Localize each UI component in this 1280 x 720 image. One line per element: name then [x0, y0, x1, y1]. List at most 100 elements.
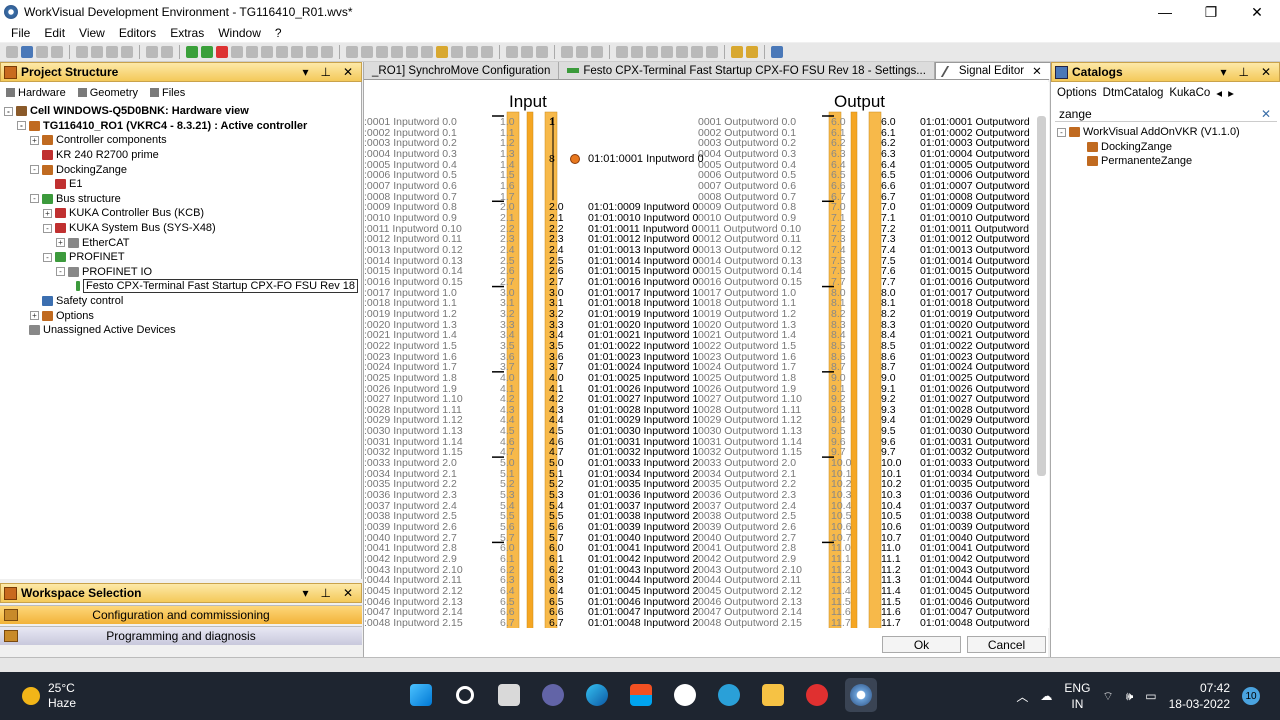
pin-icon[interactable]: ⊥ [320, 586, 330, 600]
signal-row[interactable]: :0013 Inputword 0.12 2.4 2.4 01:01:0013 Inp… [364, 245, 1034, 256]
close-panel-icon[interactable]: ✕ [343, 65, 353, 79]
store-button[interactable] [625, 678, 657, 712]
workvisual-button[interactable] [845, 678, 877, 712]
toolbar-button-icon[interactable] [771, 46, 783, 58]
tree-node[interactable]: - DockingZange [4, 162, 358, 177]
chevron-up-icon[interactable]: ︿ [1016, 688, 1028, 705]
toolbar-button-icon[interactable] [186, 46, 198, 58]
menu-view[interactable]: View [72, 26, 112, 40]
toolbar-button-icon[interactable] [561, 46, 573, 58]
close-panel-icon[interactable]: ✕ [343, 586, 353, 600]
catalog-item[interactable]: - WorkVisual AddOnVKR (V1.1.0) [1057, 125, 1240, 140]
help-app-button[interactable] [713, 678, 745, 712]
tree-node[interactable]: + EtherCAT [4, 235, 358, 250]
expand-icon[interactable]: + [43, 208, 52, 218]
weather-widget[interactable]: 25°C Haze [0, 681, 200, 711]
tree-node[interactable]: + KUKA Controller Bus (KCB) [4, 206, 358, 221]
restore-button[interactable]: ❐ [1188, 0, 1234, 24]
toolbar-button-icon[interactable] [51, 46, 63, 58]
toolbar-button-icon[interactable] [631, 46, 643, 58]
tab-synchromove[interactable]: _RO1] SynchroMove Configuration [364, 62, 560, 79]
notification-badge[interactable]: 10 [1242, 687, 1260, 705]
expand-icon[interactable]: + [30, 311, 39, 321]
start-button[interactable] [405, 678, 437, 712]
collapse-icon[interactable]: - [43, 223, 52, 233]
catalog-search-input[interactable]: zange ✕ [1055, 106, 1277, 122]
task-view-button[interactable] [493, 678, 525, 712]
menu-window[interactable]: Window [211, 26, 268, 40]
tab-kukaco[interactable]: KukaCo [1169, 87, 1210, 99]
volume-icon[interactable]: 🕪 [1126, 689, 1134, 704]
menu-help[interactable]: ? [268, 26, 289, 40]
tab-right-arrow-icon[interactable]: ▸ [1228, 86, 1234, 100]
tab-left-arrow-icon[interactable]: ◂ [1216, 86, 1222, 100]
close-panel-icon[interactable]: ✕ [1261, 65, 1271, 79]
toolbar-button-icon[interactable] [261, 46, 273, 58]
minimize-button[interactable]: — [1142, 0, 1188, 24]
pin-icon[interactable]: ⊥ [320, 65, 330, 79]
tab-geometry[interactable]: Geometry [77, 87, 138, 99]
toolbar-button-icon[interactable] [91, 46, 103, 58]
tab-hardware[interactable]: Hardware [6, 87, 66, 99]
toolbar-button-icon[interactable] [536, 46, 548, 58]
toolbar-button-icon[interactable] [576, 46, 588, 58]
toolbar-button-icon[interactable] [706, 46, 718, 58]
toolbar-button-icon[interactable] [421, 46, 433, 58]
collapse-icon[interactable]: - [1057, 127, 1066, 137]
tab-files[interactable]: Files [149, 87, 185, 99]
app-button[interactable] [669, 678, 701, 712]
toolbar-button-icon[interactable] [376, 46, 388, 58]
expand-icon[interactable]: + [56, 238, 65, 248]
clock-date[interactable]: 18-03-2022 [1169, 696, 1230, 712]
toolbar-button-icon[interactable] [616, 46, 628, 58]
toolbar-button-icon[interactable] [676, 46, 688, 58]
toolbar-button-icon[interactable] [216, 46, 228, 58]
toolbar-button-icon[interactable] [76, 46, 88, 58]
clear-search-icon[interactable]: ✕ [1261, 107, 1277, 121]
tree-node[interactable]: KR 240 R2700 prime [4, 148, 358, 163]
signal-row[interactable]: :0048 Inputword 2.15 6.7 6.7 01:01:0048 Inp… [364, 618, 1034, 628]
dropdown-icon[interactable]: ▾ [1220, 65, 1226, 79]
signal-row[interactable]: :0019 Inputword 1.2 3.2 3.2 01:01:0019 Inpu… [364, 309, 1034, 320]
toolbar-button-icon[interactable] [466, 46, 478, 58]
toolbar-button-icon[interactable] [36, 46, 48, 58]
clock-time[interactable]: 07:42 [1169, 680, 1230, 696]
recorder-button[interactable] [801, 678, 833, 712]
toolbar-button-icon[interactable] [231, 46, 243, 58]
close-tab-icon[interactable]: ✕ [1032, 64, 1042, 78]
toolbar-button-icon[interactable] [451, 46, 463, 58]
toolbar-button-icon[interactable] [246, 46, 258, 58]
signal-row[interactable]: :0010 Inputword 0.9 2.1 2.1 01:01:0010 Inpu… [364, 213, 1034, 224]
toolbar-button-icon[interactable] [646, 46, 658, 58]
dropdown-icon[interactable]: ▾ [302, 65, 308, 79]
collapse-icon[interactable]: - [56, 267, 65, 277]
signal-row[interactable]: :0022 Inputword 1.5 3.5 3.5 01:01:0022 Inpu… [364, 341, 1034, 352]
workspace-programming[interactable]: Programming and diagnosis [0, 626, 362, 645]
region[interactable]: IN [1064, 696, 1090, 712]
vertical-scrollbar[interactable] [1037, 116, 1046, 476]
collapse-icon[interactable]: - [4, 106, 13, 116]
tree-node[interactable]: - Bus structure [4, 192, 358, 207]
tree-node[interactable]: - KUKA System Bus (SYS-X48) [4, 221, 358, 236]
teams-button[interactable] [537, 678, 569, 712]
toolbar-button-icon[interactable] [146, 46, 158, 58]
tab-signal-editor[interactable]: Signal Editor ✕ [934, 62, 1051, 79]
language[interactable]: ENG [1064, 680, 1090, 696]
toolbar-button-icon[interactable] [731, 46, 743, 58]
collapse-icon[interactable]: - [30, 165, 39, 175]
collapse-icon[interactable]: - [43, 252, 52, 262]
toolbar-button-icon[interactable] [361, 46, 373, 58]
toolbar-button-icon[interactable] [106, 46, 118, 58]
toolbar-button-icon[interactable] [481, 46, 493, 58]
tab-dtmcatalog[interactable]: DtmCatalog [1103, 87, 1164, 99]
toolbar-button-icon[interactable] [436, 46, 448, 58]
tab-options[interactable]: Options [1057, 87, 1097, 99]
battery-icon[interactable]: ▭ [1145, 689, 1156, 703]
wifi-icon[interactable]: ⌔ [1102, 689, 1113, 704]
signal-row[interactable]: :0025 Inputword 1.8 4.0 4.0 01:01:0025 Inpu… [364, 373, 1034, 384]
menu-edit[interactable]: Edit [37, 26, 72, 40]
toolbar-button-icon[interactable] [591, 46, 603, 58]
toolbar-button-icon[interactable] [661, 46, 673, 58]
edge-button[interactable] [581, 678, 613, 712]
cloud-icon[interactable]: ☁ [1040, 689, 1052, 703]
